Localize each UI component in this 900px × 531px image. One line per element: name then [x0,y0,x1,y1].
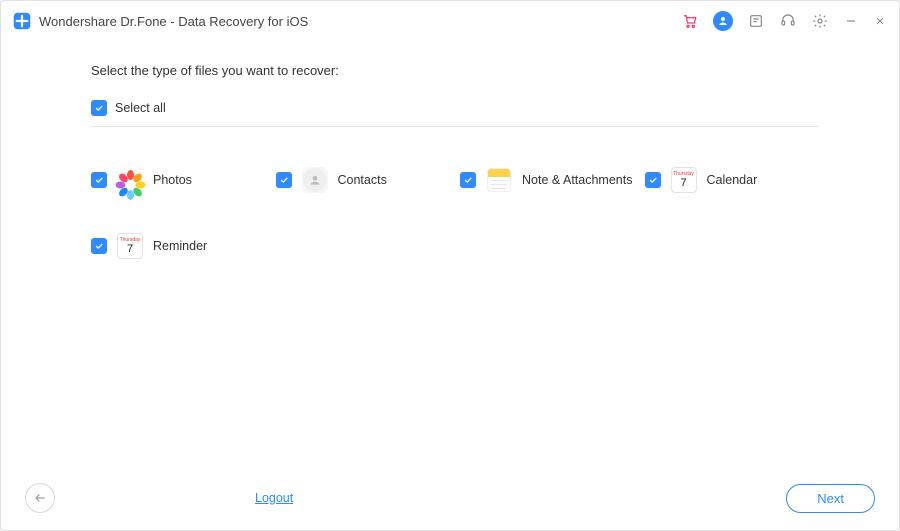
type-label-photos: Photos [153,173,192,187]
bottom-bar: Logout Next [1,478,899,518]
minimize-button[interactable] [843,13,859,29]
photos-icon [117,167,143,193]
type-label-reminder: Reminder [153,239,207,253]
notes-icon [486,167,512,193]
type-item-photos: Photos [91,167,266,193]
type-item-contacts: Contacts [276,167,451,193]
checkbox-contacts[interactable] [276,172,292,188]
reminder-icon: Thursday7 [117,233,143,259]
prompt-text: Select the type of files you want to rec… [91,63,819,78]
select-all-row: Select all [91,100,819,127]
contacts-icon [302,167,328,193]
type-item-reminder: Thursday7 Reminder [91,233,266,259]
next-button[interactable]: Next [786,484,875,513]
logout-link[interactable]: Logout [255,491,293,505]
app-window: Wondershare Dr.Fone - Data Recovery for … [0,0,900,531]
feedback-icon[interactable] [747,12,765,30]
reminder-dayname: Thursday [120,238,141,243]
checkbox-reminder[interactable] [91,238,107,254]
user-icon[interactable] [713,11,733,31]
window-title: Wondershare Dr.Fone - Data Recovery for … [39,14,308,29]
close-button[interactable] [873,14,887,28]
title-bar: Wondershare Dr.Fone - Data Recovery for … [1,1,899,41]
calendar-daynum: 7 [680,178,686,189]
title-controls [681,11,887,31]
checkbox-calendar[interactable] [645,172,661,188]
file-type-grid: Photos Contacts Note & Attachments [91,167,819,259]
type-label-notes: Note & Attachments [522,173,632,187]
support-icon[interactable] [779,12,797,30]
back-button[interactable] [25,483,55,513]
type-item-calendar: Thursday7 Calendar [645,167,820,193]
type-item-notes: Note & Attachments [460,167,635,193]
cart-icon[interactable] [681,12,699,30]
settings-icon[interactable] [811,12,829,30]
checkbox-photos[interactable] [91,172,107,188]
app-logo-icon [13,12,31,30]
type-label-contacts: Contacts [338,173,387,187]
type-label-calendar: Calendar [707,173,758,187]
calendar-icon: Thursday7 [671,167,697,193]
reminder-daynum: 7 [127,244,133,255]
select-all-checkbox[interactable] [91,100,107,116]
checkbox-notes[interactable] [460,172,476,188]
calendar-dayname: Thursday [673,172,694,177]
select-all-label: Select all [115,101,166,115]
main-content: Select the type of files you want to rec… [1,41,899,259]
